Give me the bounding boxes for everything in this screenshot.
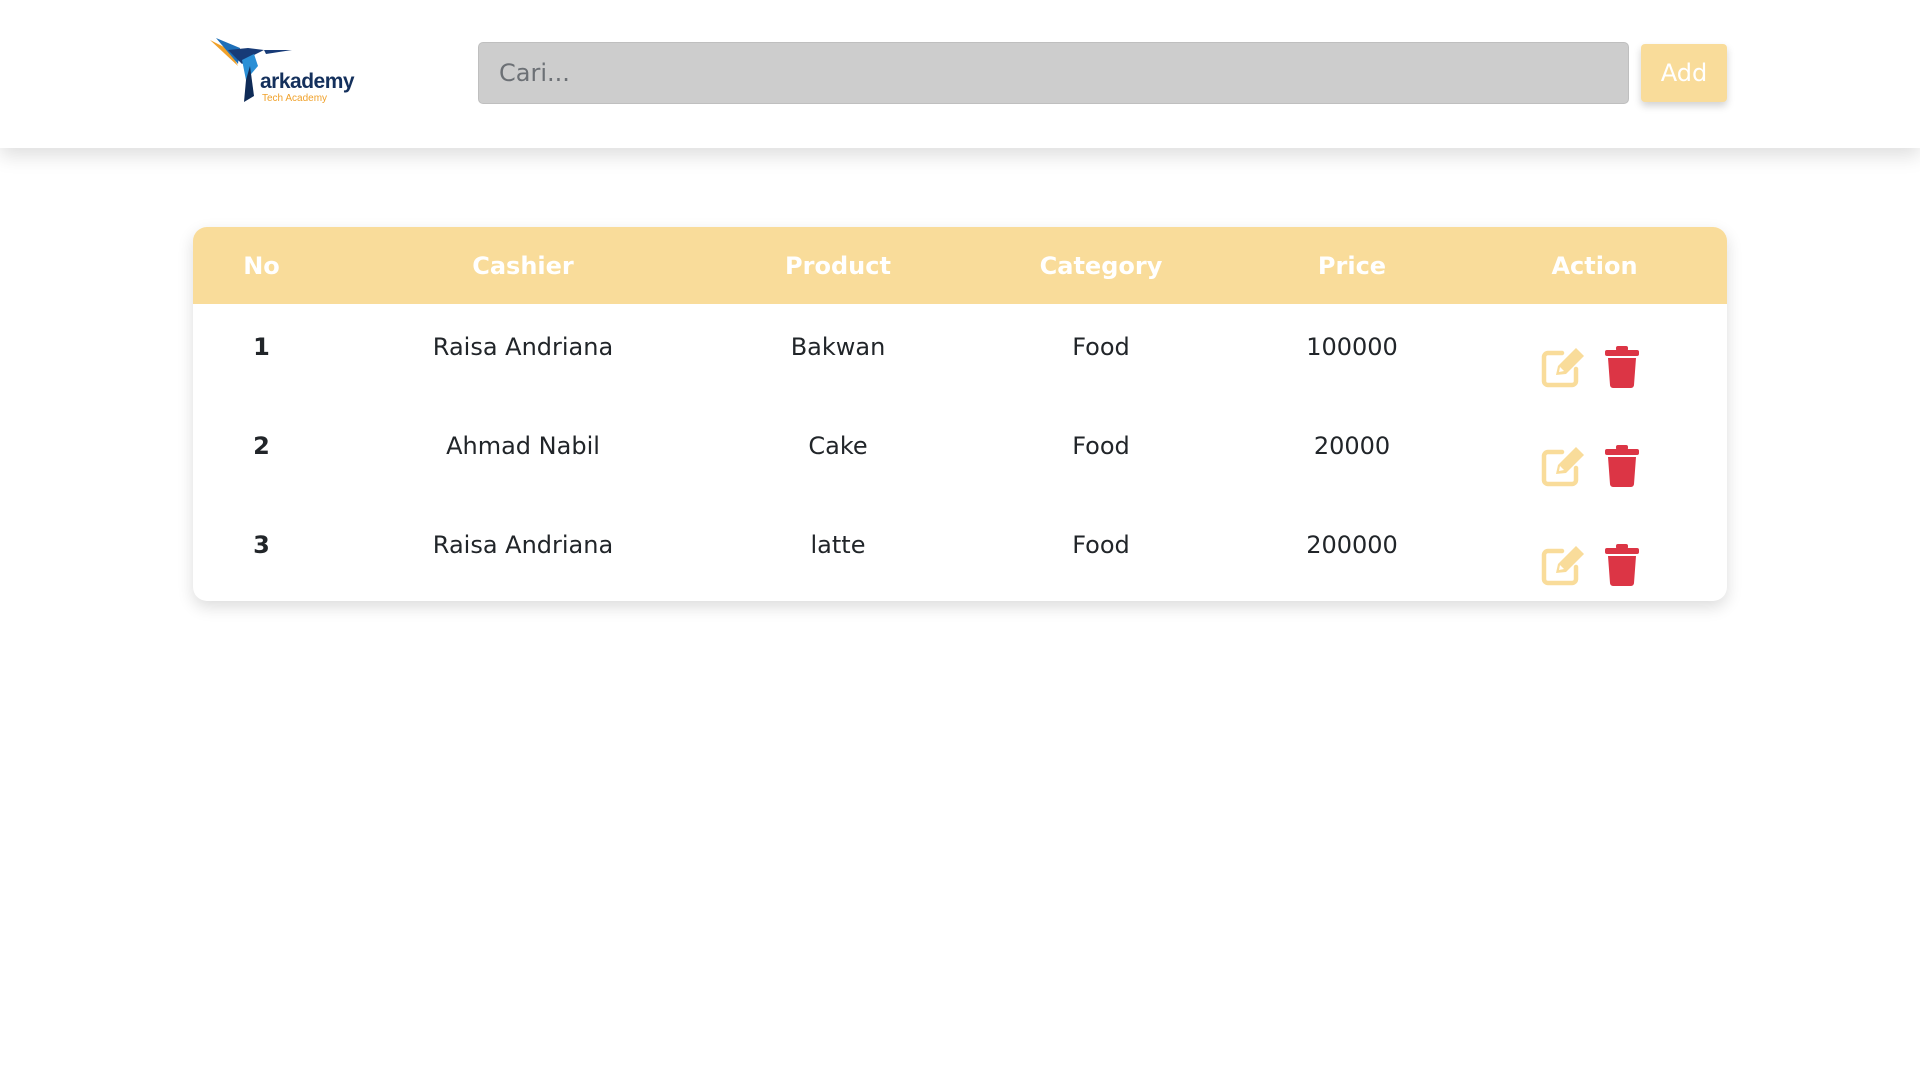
trash-icon[interactable] — [1602, 444, 1650, 488]
table-row: 2 Ahmad Nabil Cake Food 20000 — [193, 403, 1727, 502]
add-button[interactable]: Add — [1641, 44, 1727, 102]
edit-icon[interactable] — [1540, 543, 1588, 587]
column-header-price: Price — [1317, 251, 1387, 280]
logo-tagline: Tech Academy — [262, 93, 328, 104]
column-header-category: Category — [1039, 251, 1163, 280]
row-product: latte — [810, 531, 866, 559]
logo-wordmark: arkademy — [260, 70, 355, 93]
trash-icon[interactable] — [1602, 543, 1650, 587]
row-no: 1 — [253, 333, 270, 361]
edit-icon[interactable] — [1540, 345, 1588, 389]
row-cashier: Raisa Andriana — [432, 531, 614, 559]
table-row: 3 Raisa Andriana latte Food 200000 — [193, 502, 1727, 601]
transactions-table: No Cashier Product Category Price Action… — [193, 227, 1727, 601]
row-actions — [1462, 403, 1727, 502]
row-price: 20000 — [1313, 432, 1391, 460]
row-category: Food — [1072, 432, 1130, 460]
row-price: 100000 — [1306, 333, 1398, 361]
column-header-action: Action — [1551, 251, 1638, 280]
column-header-cashier: Cashier — [472, 251, 574, 280]
row-no: 3 — [253, 531, 270, 559]
row-product: Bakwan — [790, 333, 886, 361]
column-header-product: Product — [785, 251, 891, 280]
trash-icon[interactable] — [1602, 345, 1650, 389]
search-input[interactable] — [478, 42, 1629, 104]
table-header-row: No Cashier Product Category Price Action — [193, 227, 1727, 304]
column-header-no: No — [243, 251, 280, 280]
top-navbar: arkademy Tech Academy Add — [0, 0, 1920, 148]
table-row: 1 Raisa Andriana Bakwan Food 100000 — [193, 304, 1727, 403]
arkademy-logo[interactable]: arkademy Tech Academy — [208, 36, 368, 108]
transactions-table-card: No Cashier Product Category Price Action… — [193, 227, 1727, 601]
row-no: 2 — [253, 432, 270, 460]
row-price: 200000 — [1306, 531, 1398, 559]
row-product: Cake — [808, 432, 868, 460]
edit-icon[interactable] — [1540, 444, 1588, 488]
row-cashier: Raisa Andriana — [432, 333, 614, 361]
row-cashier: Ahmad Nabil — [446, 432, 600, 460]
row-category: Food — [1072, 531, 1130, 559]
row-category: Food — [1072, 333, 1130, 361]
row-actions — [1462, 304, 1727, 403]
row-actions — [1462, 502, 1727, 601]
